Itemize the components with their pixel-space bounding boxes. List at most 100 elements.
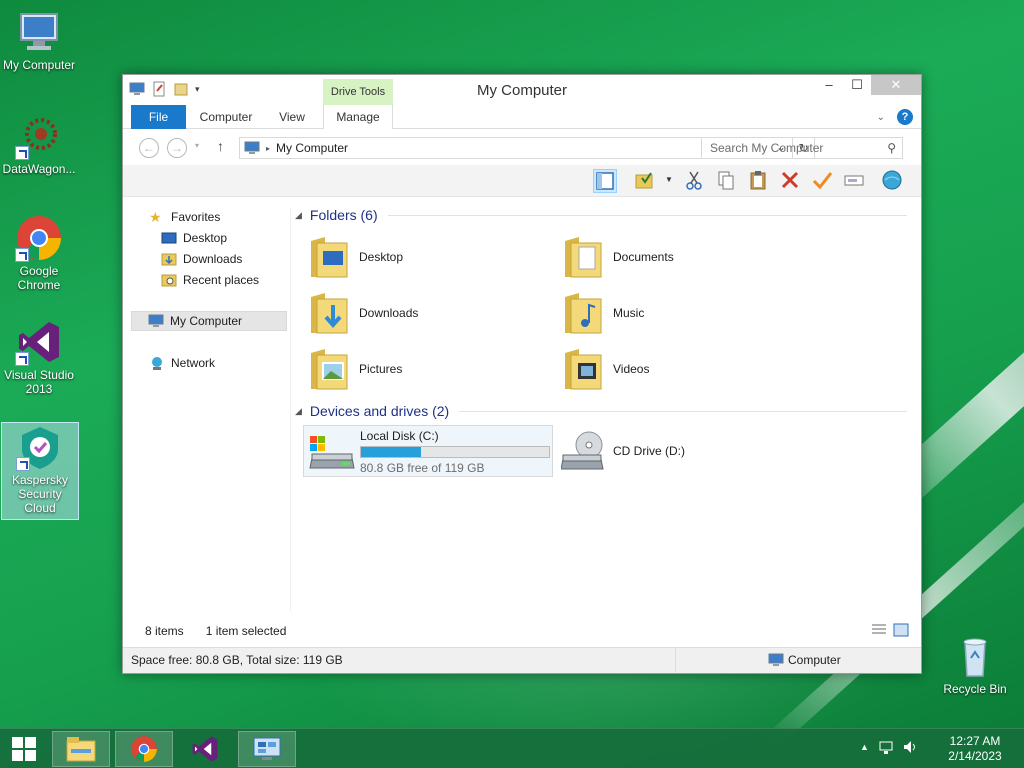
taskbar-chrome[interactable] [115, 731, 173, 767]
visual-studio-icon [192, 736, 218, 762]
back-button[interactable]: ← [139, 138, 159, 158]
drive-usage-bar [360, 446, 550, 458]
downloads-folder-icon [161, 253, 177, 266]
layout-pane-icon [596, 172, 614, 190]
show-hidden-icons-icon[interactable]: ▲ [860, 742, 869, 752]
forward-button[interactable]: → [167, 138, 187, 158]
system-tray: ▲ 12:27 AM 2/14/2023 [854, 729, 1024, 768]
copy-icon [718, 171, 734, 190]
expand-ribbon-icon[interactable]: ⌄ [877, 112, 885, 123]
up-button[interactable]: ↑ [217, 138, 224, 154]
network-icon [152, 357, 162, 370]
select-button[interactable] [811, 169, 835, 193]
folder-tile-desktop[interactable]: Desktop [307, 231, 557, 283]
computer-icon [768, 653, 784, 666]
kaspersky-icon [16, 423, 64, 471]
volume-tray-icon[interactable] [902, 739, 918, 758]
folder-tile-pictures[interactable]: Pictures [307, 343, 557, 395]
globe-button[interactable] [881, 169, 905, 193]
status-bar: 8 items 1 item selected [131, 619, 915, 643]
nav-item-network[interactable]: Network [149, 353, 215, 373]
devices-group-header[interactable]: ◢ Devices and drives (2) [295, 403, 907, 419]
paste-button[interactable] [747, 169, 771, 193]
details-view-icon [872, 624, 886, 634]
visual-studio-icon [15, 318, 63, 366]
chrome-icon [15, 214, 63, 262]
speaker-icon [904, 741, 915, 753]
checkmark-icon [812, 172, 833, 190]
details-view-button[interactable] [871, 623, 887, 640]
cut-button[interactable] [683, 169, 707, 193]
desktop-icon-visual-studio[interactable]: Visual Studio 2013 [0, 318, 78, 396]
dropdown-icon[interactable]: ▼ [665, 175, 673, 184]
desktop-icon-recycle-bin[interactable]: Recycle Bin [936, 632, 1014, 696]
copy-button[interactable] [715, 169, 739, 193]
nav-item-downloads[interactable]: Downloads [161, 249, 242, 269]
ribbon-tabs: File Computer View Manage ⌄ ? [123, 105, 921, 129]
tab-manage[interactable]: Manage [323, 105, 393, 129]
preview-pane-button[interactable] [593, 169, 617, 193]
search-placeholder: Search My Computer [710, 141, 824, 155]
nav-favorites[interactable]: ★ Favorites [149, 207, 220, 227]
taskbar-visual-studio[interactable] [176, 731, 234, 767]
content-pane: ◢ Folders (6) Desktop Documents Download… [295, 207, 911, 611]
explorer-window[interactable]: ▾ Drive Tools My Computer – ☐ ✕ File Com… [122, 74, 922, 674]
search-icon[interactable]: ⚲ [887, 138, 896, 158]
delete-x-icon [781, 171, 799, 189]
folder-tile-videos[interactable]: Videos [561, 343, 811, 395]
shortcut-arrow-icon [16, 457, 30, 471]
tab-view[interactable]: View [267, 105, 317, 129]
taskbar-control-panel[interactable] [238, 731, 296, 767]
divider [387, 214, 907, 216]
folder-tile-music[interactable]: Music [561, 287, 811, 339]
recent-locations-icon[interactable]: ▾ [195, 141, 199, 150]
recent-places-icon [161, 274, 177, 287]
window-controls: – ☐ ✕ [815, 75, 921, 95]
nav-item-recent-places[interactable]: Recent places [161, 270, 259, 290]
item-count: 8 items [145, 624, 184, 638]
delete-button[interactable] [779, 169, 803, 193]
desktop-icon-my-computer[interactable]: My Computer [0, 8, 78, 72]
breadcrumb[interactable]: My Computer [276, 141, 348, 155]
folder-tile-documents[interactable]: Documents [561, 231, 811, 283]
clock[interactable]: 12:27 AM 2/14/2023 [944, 734, 1006, 764]
minimize-button[interactable]: – [815, 75, 843, 95]
desktop-icon-datawagon[interactable]: DataWagon... [0, 112, 78, 176]
maximize-button[interactable]: ☐ [843, 75, 871, 95]
windows-logo-icon [12, 737, 36, 761]
drive-tile-local-disk-c[interactable]: Local Disk (C:) 80.8 GB free of 119 GB [303, 425, 553, 477]
computer-icon [244, 141, 260, 154]
desktop-icon-google-chrome[interactable]: Google Chrome [0, 214, 78, 292]
documents-folder-icon [565, 237, 602, 278]
rename-button[interactable] [843, 169, 867, 193]
close-button[interactable]: ✕ [871, 75, 921, 95]
folders-group-header[interactable]: ◢ Folders (6) [295, 207, 907, 223]
tab-file[interactable]: File [131, 105, 186, 129]
desktop-icon-kaspersky[interactable]: Kaspersky Security Cloud [1, 422, 79, 520]
network-tray-icon[interactable] [878, 739, 894, 758]
taskbar: ▲ 12:27 AM 2/14/2023 [0, 728, 1024, 768]
videos-folder-icon [565, 349, 602, 390]
title-bar[interactable]: ▾ Drive Tools My Computer – ☐ ✕ [123, 75, 921, 105]
folder-tile-downloads[interactable]: Downloads [307, 287, 557, 339]
breadcrumb-separator-icon: ▸ [266, 143, 271, 153]
collapse-icon: ◢ [295, 405, 302, 416]
properties-button[interactable] [633, 169, 657, 193]
drive-tile-cd-drive-d[interactable]: CD Drive (D:) [561, 425, 811, 477]
command-toolbar: ▼ [123, 165, 921, 197]
tiles-view-icon [893, 623, 909, 637]
nav-item-desktop[interactable]: Desktop [161, 228, 227, 248]
help-icon[interactable]: ? [897, 109, 913, 125]
drive-free-space: 80.8 GB free of 119 GB [360, 461, 485, 475]
chrome-icon [131, 736, 157, 762]
tab-computer[interactable]: Computer [191, 105, 261, 129]
tiles-view-button[interactable] [893, 623, 909, 640]
shortcut-arrow-icon [15, 248, 29, 262]
start-button[interactable] [0, 731, 48, 767]
folder-check-icon [635, 172, 653, 189]
drive-name: Local Disk (C:) [360, 429, 439, 443]
search-input[interactable]: Search My Computer ⚲ [701, 137, 903, 159]
hard-drive-icon [309, 436, 355, 469]
nav-item-my-computer[interactable]: My Computer [131, 311, 287, 331]
taskbar-file-explorer[interactable] [52, 731, 110, 767]
